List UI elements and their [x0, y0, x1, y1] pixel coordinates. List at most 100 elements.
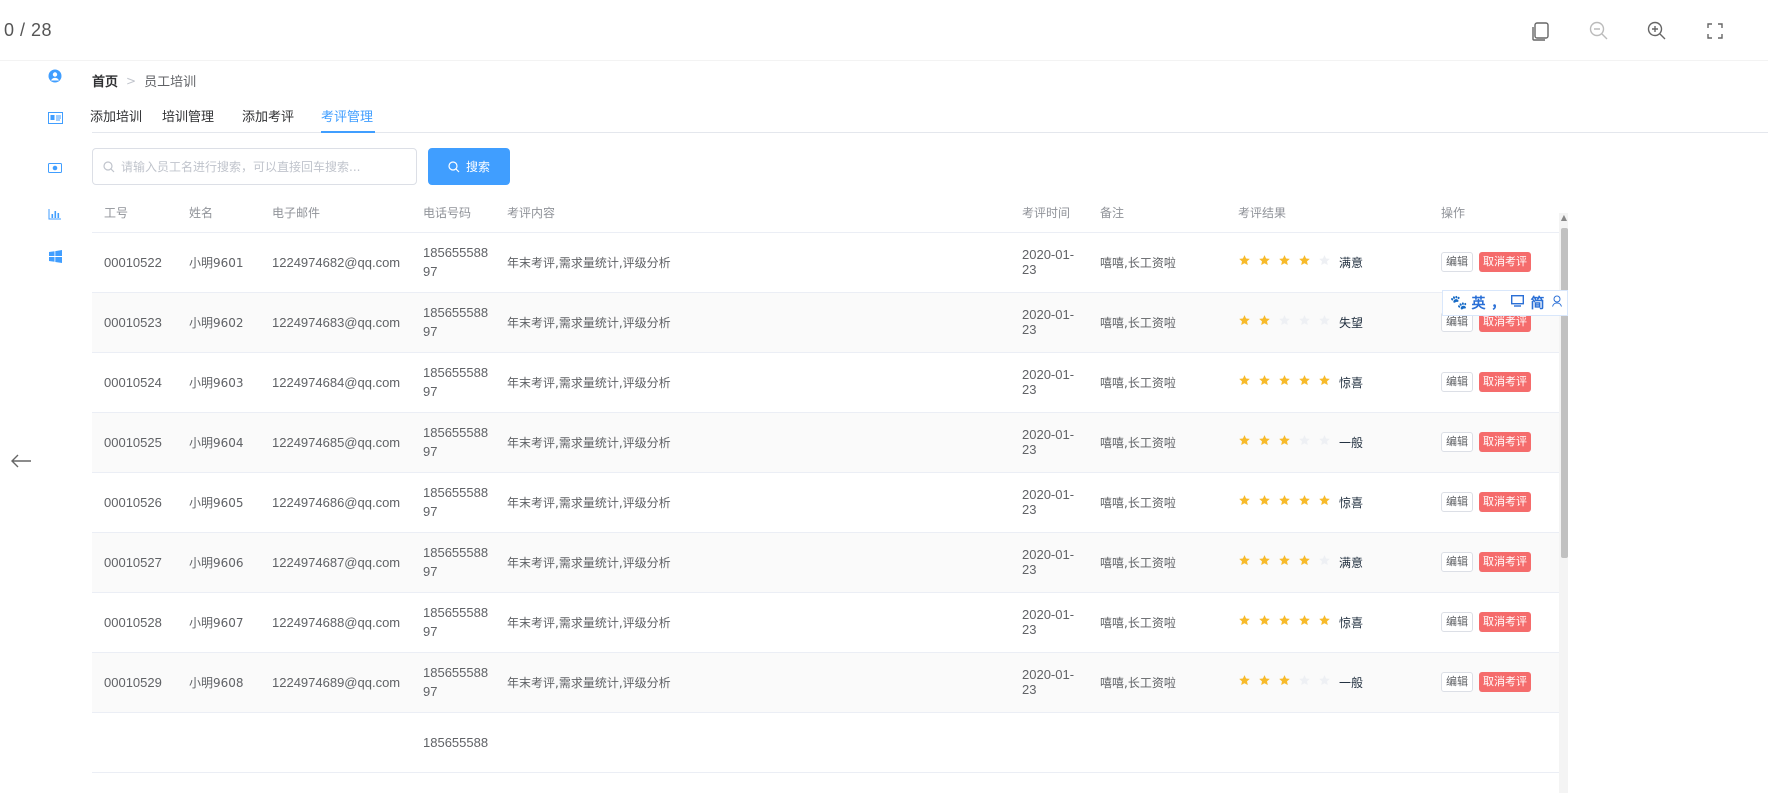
- edit-button[interactable]: 编辑: [1441, 372, 1473, 392]
- phone-line: 185655588: [423, 365, 489, 380]
- ime-user-icon[interactable]: [1547, 295, 1567, 311]
- star-icon[interactable]: [1318, 494, 1338, 511]
- star-icon[interactable]: [1258, 554, 1278, 571]
- windows-icon[interactable]: [44, 245, 66, 267]
- star-icon[interactable]: [1258, 374, 1278, 391]
- email: 1224974686@qq.com: [260, 472, 411, 533]
- edit-button[interactable]: 编辑: [1441, 492, 1473, 512]
- star-icon[interactable]: [1298, 494, 1318, 511]
- search-input[interactable]: [92, 148, 417, 185]
- scroll-up-arrow-icon[interactable]: ▲: [1560, 213, 1568, 223]
- star-icon[interactable]: [1258, 254, 1278, 271]
- zoom-in-icon[interactable]: [1628, 14, 1686, 48]
- star-icon[interactable]: [1318, 434, 1338, 451]
- cancel-evaluation-button[interactable]: 取消考评: [1479, 372, 1531, 392]
- copy-icon[interactable]: [1512, 14, 1570, 48]
- star-icon[interactable]: [1318, 254, 1338, 271]
- tab-evaluation-management[interactable]: 考评管理: [321, 106, 373, 125]
- star-icon[interactable]: [1318, 614, 1338, 631]
- phone-line: 185655588: [423, 305, 489, 320]
- evaluation-result: 一般: [1226, 412, 1429, 473]
- cancel-evaluation-button[interactable]: 取消考评: [1479, 672, 1531, 692]
- zoom-out-icon[interactable]: [1570, 14, 1628, 48]
- star-icon[interactable]: [1238, 254, 1258, 271]
- row-actions: [1429, 712, 1564, 773]
- employee-name: [177, 712, 260, 773]
- column-header: 电话号码: [411, 194, 495, 233]
- id-card-icon[interactable]: [44, 107, 66, 129]
- search-field[interactable]: [121, 159, 391, 174]
- cancel-evaluation-button[interactable]: 取消考评: [1479, 252, 1531, 272]
- viewer-toolbar: 0 / 28: [0, 0, 1768, 60]
- tab-training-management[interactable]: 培训管理: [162, 106, 214, 125]
- edit-button[interactable]: 编辑: [1441, 432, 1473, 452]
- employee-name: 小明9608: [177, 652, 260, 713]
- phone-line: 185655588: [423, 425, 489, 440]
- cancel-evaluation-button[interactable]: 取消考评: [1479, 612, 1531, 632]
- star-icon[interactable]: [1238, 374, 1258, 391]
- star-icon[interactable]: [1258, 434, 1278, 451]
- ime-language[interactable]: 英: [1469, 293, 1489, 313]
- edit-button[interactable]: 编辑: [1441, 612, 1473, 632]
- cancel-evaluation-button[interactable]: 取消考评: [1479, 492, 1531, 512]
- remark: [1088, 712, 1226, 773]
- star-icon[interactable]: [1258, 494, 1278, 511]
- star-icon[interactable]: [1238, 674, 1258, 691]
- star-icon[interactable]: [1278, 614, 1298, 631]
- star-icon[interactable]: [1238, 434, 1258, 451]
- remark: 嘻嘻,长工资啦: [1088, 652, 1226, 713]
- table-row: 185655588: [92, 712, 1564, 773]
- evaluation-content: 年末考评,需求量统计,评级分析: [495, 592, 1010, 653]
- ime-punctuation[interactable]: ，: [1488, 293, 1508, 313]
- phone-line: 185655588: [423, 605, 489, 620]
- star-icon[interactable]: [1238, 614, 1258, 631]
- search-button[interactable]: 搜索: [428, 148, 510, 185]
- tab-add-training[interactable]: 添加培训: [90, 106, 142, 125]
- paw-icon[interactable]: 🐾: [1449, 295, 1469, 311]
- star-icon[interactable]: [1238, 494, 1258, 511]
- money-icon[interactable]: [44, 157, 66, 179]
- star-icon[interactable]: [1298, 374, 1318, 391]
- star-icon[interactable]: [1298, 434, 1318, 451]
- table-header-row: 工号 姓名 电子邮件 电话号码 考评内容 考评时间 备注 考评结果 操作: [92, 194, 1564, 233]
- star-icon[interactable]: [1298, 554, 1318, 571]
- star-icon[interactable]: [1318, 374, 1338, 391]
- edit-button[interactable]: 编辑: [1441, 672, 1473, 692]
- star-icon[interactable]: [1238, 314, 1258, 331]
- star-icon[interactable]: [1258, 614, 1278, 631]
- keyboard-icon[interactable]: [1508, 294, 1528, 311]
- star-icon[interactable]: [1278, 554, 1298, 571]
- star-icon[interactable]: [1258, 314, 1278, 331]
- star-icon[interactable]: [1298, 254, 1318, 271]
- star-icon[interactable]: [1278, 674, 1298, 691]
- star-icon[interactable]: [1278, 374, 1298, 391]
- star-icon[interactable]: [1298, 314, 1318, 331]
- breadcrumb-home[interactable]: 首页: [92, 71, 118, 90]
- star-icon[interactable]: [1278, 314, 1298, 331]
- cancel-evaluation-button[interactable]: 取消考评: [1479, 432, 1531, 452]
- tab-add-evaluation[interactable]: 添加考评: [242, 106, 294, 125]
- evaluation-date: 2020-01-23: [1010, 352, 1088, 413]
- star-icon[interactable]: [1238, 554, 1258, 571]
- back-arrow-icon[interactable]: [6, 448, 36, 474]
- active-tab-indicator: [321, 131, 375, 133]
- star-icon[interactable]: [1258, 674, 1278, 691]
- star-icon[interactable]: [1318, 314, 1338, 331]
- user-icon[interactable]: [44, 65, 66, 87]
- star-icon[interactable]: [1298, 614, 1318, 631]
- row-actions: 编辑 取消考评: [1429, 472, 1564, 533]
- star-icon[interactable]: [1278, 494, 1298, 511]
- chart-icon[interactable]: [44, 203, 66, 225]
- ime-charset[interactable]: 简: [1528, 293, 1548, 313]
- star-icon[interactable]: [1318, 554, 1338, 571]
- fullscreen-icon[interactable]: [1686, 14, 1744, 48]
- breadcrumb-current: 员工培训: [144, 75, 197, 90]
- scrollbar-thumb[interactable]: [1561, 228, 1568, 558]
- edit-button[interactable]: 编辑: [1441, 552, 1473, 572]
- star-icon[interactable]: [1278, 434, 1298, 451]
- star-icon[interactable]: [1318, 674, 1338, 691]
- cancel-evaluation-button[interactable]: 取消考评: [1479, 552, 1531, 572]
- edit-button[interactable]: 编辑: [1441, 252, 1473, 272]
- star-icon[interactable]: [1298, 674, 1318, 691]
- star-icon[interactable]: [1278, 254, 1298, 271]
